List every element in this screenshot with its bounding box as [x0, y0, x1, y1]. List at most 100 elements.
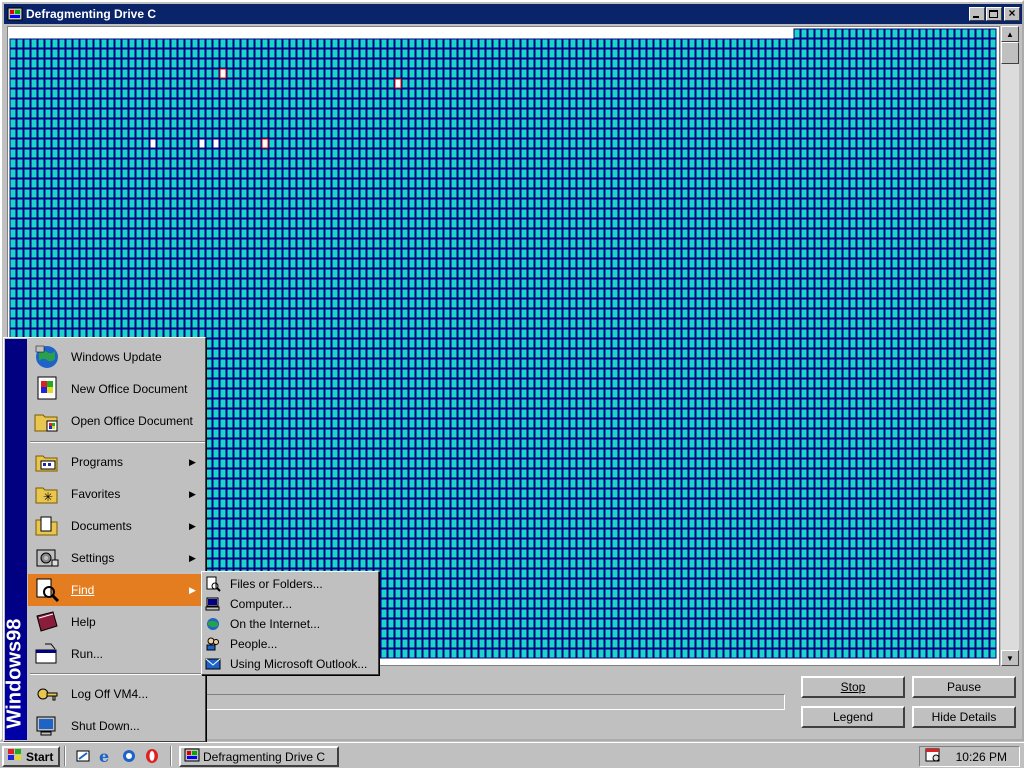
cluster-block: [744, 118, 752, 129]
cluster-block: [709, 298, 717, 309]
cluster-block: [65, 288, 73, 299]
cluster-block: [863, 228, 871, 239]
cluster-block: [989, 208, 997, 219]
cluster-block: [772, 158, 780, 169]
cluster-block: [247, 98, 255, 109]
cluster-block: [954, 168, 962, 179]
cluster-block: [688, 38, 696, 49]
cluster-block: [324, 148, 332, 159]
cluster-block: [268, 38, 276, 49]
cluster-block: [296, 118, 304, 129]
cluster-block: [310, 248, 318, 259]
cluster-block: [541, 118, 549, 129]
cluster-block: [961, 38, 969, 49]
cluster-block: [163, 188, 171, 199]
cluster-block: [919, 38, 927, 49]
cluster-block: [611, 108, 619, 119]
cluster-block: [44, 188, 52, 199]
cluster-block: [51, 228, 59, 239]
cluster-block: [688, 48, 696, 59]
cluster-block: [590, 38, 598, 49]
cluster-block: [240, 58, 248, 69]
cluster-block: [303, 38, 311, 49]
cluster-block: [65, 278, 73, 289]
cluster-block: [471, 128, 479, 139]
cluster-block: [191, 108, 199, 119]
cluster-block: [142, 138, 150, 149]
cluster-block: [233, 148, 241, 159]
cluster-block: [37, 178, 45, 189]
cluster-block: [499, 278, 507, 289]
cluster-block: [842, 168, 850, 179]
cluster-block: [653, 358, 661, 369]
cluster-block: [282, 258, 290, 269]
cluster-block: [247, 258, 255, 269]
cluster-block: [765, 218, 773, 229]
defrag-app-icon[interactable]: [7, 6, 23, 22]
cluster-block: [282, 98, 290, 109]
cluster-block: [639, 228, 647, 239]
cluster-block: [947, 358, 955, 369]
cluster-block: [324, 368, 332, 379]
cluster-block: [821, 68, 829, 79]
cluster-block: [352, 68, 360, 79]
cluster-block: [520, 108, 528, 119]
cluster-block: [898, 328, 906, 339]
cluster-block: [352, 298, 360, 309]
cluster-block: [849, 358, 857, 369]
cluster-block: [590, 128, 598, 139]
cluster-block: [107, 158, 115, 169]
cluster-block: [772, 168, 780, 179]
cluster-block: [429, 288, 437, 299]
cluster-block: [380, 258, 388, 269]
cluster-block: [234, 29, 240, 38]
cluster-block: [37, 78, 45, 89]
cluster-block: [443, 68, 451, 79]
cluster-block: [660, 358, 668, 369]
cluster-block: [828, 288, 836, 299]
cluster-block: [877, 218, 885, 229]
cluster-block: [51, 178, 59, 189]
cluster-block: [212, 38, 220, 49]
cluster-block: [226, 198, 234, 209]
cluster-block: [506, 108, 514, 119]
cluster-block: [863, 248, 871, 259]
cluster-block: [870, 198, 878, 209]
cluster-block: [93, 318, 101, 329]
cluster-block: [436, 98, 444, 109]
minimize-button[interactable]: [969, 7, 985, 21]
cluster-block: [793, 178, 801, 189]
cluster-block: [240, 108, 248, 119]
cluster-block: [394, 338, 402, 349]
cluster-block: [436, 258, 444, 269]
cluster-block: [16, 288, 24, 299]
cluster-block: [793, 188, 801, 199]
cluster-block: [520, 268, 528, 279]
cluster-block: [471, 138, 479, 149]
cluster-block: [219, 268, 227, 279]
cluster-block: [863, 278, 871, 289]
cluster-block: [555, 148, 563, 159]
maximize-button[interactable]: [986, 7, 1002, 21]
cluster-block: [884, 288, 892, 299]
title-bar[interactable]: Defragmenting Drive C ×: [4, 4, 1022, 24]
cluster-block: [513, 58, 521, 69]
cluster-block: [457, 248, 465, 259]
cluster-block: [702, 288, 710, 299]
cluster-block: [345, 78, 353, 89]
cluster-block: [219, 288, 227, 299]
close-button[interactable]: ×: [1004, 7, 1020, 21]
cluster-block: [247, 68, 255, 79]
cluster-block: [555, 328, 563, 339]
cluster-block: [702, 338, 710, 349]
cluster-block: [534, 268, 542, 279]
cluster-block: [807, 238, 815, 249]
cluster-block: [373, 258, 381, 269]
cluster-block: [254, 278, 262, 289]
cluster-block: [387, 98, 395, 109]
cluster-block: [65, 98, 73, 109]
cluster-block: [744, 168, 752, 179]
cluster-block: [233, 278, 241, 289]
cluster-block: [422, 118, 430, 129]
cluster-block: [289, 308, 297, 319]
